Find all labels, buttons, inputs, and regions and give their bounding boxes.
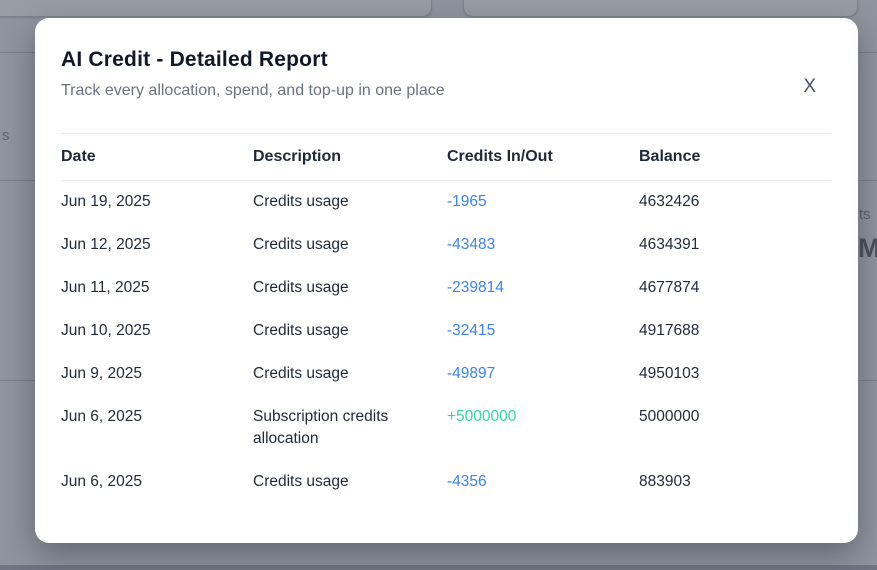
description-cell: Credits usage	[253, 279, 349, 296]
credits-cell: +5000000	[447, 408, 517, 425]
table-row: Jun 6, 2025 Subscription credits allocati…	[61, 396, 831, 461]
balance-cell: 5000000	[639, 408, 700, 425]
credits-cell: -43483	[447, 236, 496, 253]
date-cell: Jun 10, 2025	[61, 322, 151, 339]
date-cell: Jun 9, 2025	[61, 365, 143, 382]
background-card-right	[463, 0, 858, 17]
close-button[interactable]: X	[797, 75, 822, 98]
description-cell: Credits usage	[253, 236, 349, 253]
background-text-fragment-left: s	[2, 127, 10, 144]
background-card-left	[0, 0, 432, 17]
background-bold-fragment-right: M	[858, 233, 877, 263]
table-body: Jun 19, 2025 Credits usage -1965 4632426 Jun…	[61, 181, 831, 505]
background-bottom-bar	[0, 565, 877, 570]
credit-history-table: Date Description Credits In/Out Balance Jun…	[61, 133, 831, 504]
description-cell: Credits usage	[253, 473, 349, 490]
column-header-balance: Balance	[639, 148, 701, 165]
modal-title: AI Credit - Detailed Report	[61, 48, 328, 71]
credit-report-modal: AI Credit - Detailed Report X Track ever…	[35, 18, 858, 543]
table-row: Jun 9, 2025 Credits usage -49897 4950103	[61, 353, 831, 396]
description-cell: Subscription credits allocation	[253, 408, 389, 447]
table-row: Jun 12, 2025 Credits usage -43483 4634391	[61, 224, 831, 267]
modal-subtitle: Track every allocation, spend, and top-u…	[61, 82, 445, 99]
date-cell: Jun 6, 2025	[61, 473, 143, 490]
date-cell: Jun 12, 2025	[61, 236, 151, 253]
balance-cell: 4634391	[639, 236, 700, 253]
table-row: Jun 10, 2025 Credits usage -32415 4917688	[61, 310, 831, 353]
column-header-description: Description	[253, 148, 342, 165]
table-row: Jun 11, 2025 Credits usage -239814 4677874	[61, 267, 831, 310]
table-header-row: Date Description Credits In/Out Balance	[61, 133, 831, 181]
background-text-fragment-right: ts	[859, 206, 871, 223]
credits-cell: -49897	[447, 365, 496, 382]
date-cell: Jun 6, 2025	[61, 408, 143, 425]
credits-cell: -239814	[447, 279, 504, 296]
description-cell: Credits usage	[253, 322, 349, 339]
table-row: Jun 19, 2025 Credits usage -1965 4632426	[61, 181, 831, 225]
description-cell: Credits usage	[253, 193, 349, 210]
table-row: Jun 6, 2025 Credits usage -4356 883903	[61, 461, 831, 504]
balance-cell: 4950103	[639, 365, 700, 382]
credits-cell: -4356	[447, 473, 487, 490]
balance-cell: 883903	[639, 473, 691, 490]
column-header-credits-in-out: Credits In/Out	[447, 148, 553, 165]
balance-cell: 4632426	[639, 193, 700, 210]
date-cell: Jun 11, 2025	[61, 279, 150, 296]
date-cell: Jun 19, 2025	[61, 193, 151, 210]
balance-cell: 4917688	[639, 322, 700, 339]
credits-cell: -32415	[447, 322, 496, 339]
credits-cell: -1965	[447, 193, 487, 210]
table-header: Date Description Credits In/Out Balance	[61, 133, 831, 181]
balance-cell: 4677874	[639, 279, 700, 296]
column-header-date: Date	[61, 148, 96, 165]
description-cell: Credits usage	[253, 365, 349, 382]
